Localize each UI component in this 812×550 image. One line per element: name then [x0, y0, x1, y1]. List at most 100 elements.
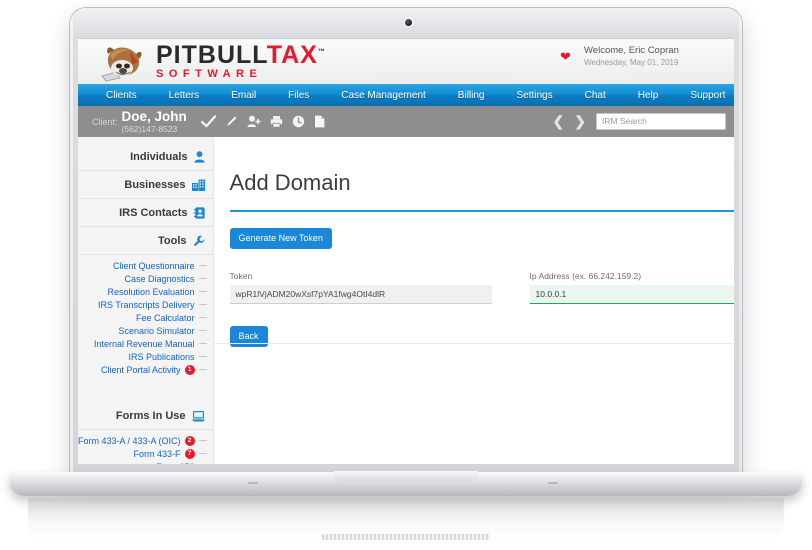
sidebar-item-label: Individuals — [130, 150, 188, 163]
list-item[interactable]: Client Portal Activity 1 — [78, 363, 213, 376]
client-phone: (562)147-8523 — [121, 123, 178, 134]
nav-item-support[interactable]: Support — [690, 90, 725, 101]
form-actions: Back — [229, 326, 734, 348]
forms-in-use-section: Forms In Use Form 433-A / 433-A (OIC) 2 … — [78, 402, 213, 464]
person-icon — [193, 150, 205, 163]
tool-link-case-diagnostics[interactable]: Case Diagnostics — [125, 274, 195, 284]
main-content: Add Domain Generate New Token Token wpR1… — [212, 137, 734, 464]
token-field-group: Token wpR1lVjADM20wXsf7pYA1fwg4OtI4dlR — [229, 271, 492, 305]
brand-wordmark: PITBULLTAX™ SOFTWARE — [156, 43, 326, 80]
logo-tax: TAX — [266, 41, 318, 69]
form-link-433f[interactable]: Form 433-F — [134, 449, 181, 459]
pitbull-mascot-icon — [96, 42, 152, 82]
status-badge: 7 — [184, 448, 195, 459]
list-item[interactable]: Case Diagnostics — [78, 272, 213, 285]
tool-link-resolution-evaluation[interactable]: Resolution Evaluation — [107, 287, 194, 297]
list-item[interactable]: Internal Revenue Manual — [78, 337, 213, 350]
nav-item-settings[interactable]: Settings — [516, 90, 552, 101]
list-item[interactable]: IRS Publications — [78, 350, 213, 363]
nav-item-case-management[interactable]: Case Management — [341, 90, 426, 101]
back-button[interactable]: Back — [229, 326, 268, 348]
heart-icon[interactable]: ❤ — [560, 49, 571, 65]
main-navigation: Clients Letters Email Files Case Managem… — [78, 84, 734, 106]
token-input[interactable]: wpR1lVjADM20wXsf7pYA1fwg4OtI4dlR — [229, 285, 492, 305]
form-link-433a-oic[interactable]: Form 433-A / 433-A (OIC) — [78, 436, 181, 446]
tools-link-list: Client Questionnaire Case Diagnostics Re… — [78, 255, 213, 376]
list-item[interactable]: Resolution Evaluation — [78, 285, 213, 298]
client-identity[interactable]: Doe, John (562)147-8523 — [122, 110, 187, 133]
add-domain-form: Generate New Token Token wpR1lVjADM20wXs… — [214, 212, 734, 348]
tool-link-irs-transcripts-delivery[interactable]: IRS Transcripts Delivery — [98, 300, 195, 310]
sidebar-item-tools[interactable]: Tools — [78, 227, 213, 255]
welcome-message: Welcome, Eric Copran — [584, 45, 679, 56]
chevron-right-icon[interactable]: ❯ — [574, 113, 586, 130]
row-tick — [198, 317, 207, 318]
print-icon[interactable] — [270, 115, 283, 128]
list-item[interactable]: Fee Calculator — [78, 311, 213, 324]
status-badge: 1 — [184, 364, 195, 375]
page-title: Add Domain — [229, 169, 351, 195]
nav-item-chat[interactable]: Chat — [585, 90, 606, 101]
laptop-base-notch — [334, 471, 478, 482]
nav-item-email[interactable]: Email — [231, 90, 256, 101]
document-icon[interactable] — [314, 115, 325, 128]
tool-link-client-questionnaire[interactable]: Client Questionnaire — [113, 261, 195, 271]
row-tick — [198, 304, 207, 305]
tool-link-irs-publications[interactable]: IRS Publications — [129, 352, 195, 362]
sidebar-item-label: Businesses — [124, 178, 186, 191]
client-name: Doe, John — [121, 109, 187, 124]
form-link-656[interactable]: Form 656 — [156, 462, 195, 465]
row-tick — [198, 343, 207, 344]
logo-trademark: ™ — [317, 48, 326, 56]
client-bar-right: ❮ ❯ IRM Search — [553, 113, 726, 130]
nav-item-letters[interactable]: Letters — [169, 90, 200, 101]
building-icon — [191, 179, 205, 191]
irm-search-input[interactable]: IRM Search — [596, 113, 726, 130]
ip-address-input[interactable]: 10.0.0.1 — [529, 285, 734, 305]
form-fields: Token wpR1lVjADM20wXsf7pYA1fwg4OtI4dlR I… — [229, 271, 734, 305]
row-tick — [198, 330, 207, 331]
row-tick — [198, 291, 207, 292]
row-tick — [198, 265, 207, 266]
tool-link-scenario-simulator[interactable]: Scenario Simulator — [119, 326, 195, 336]
webcam-icon — [405, 19, 412, 26]
tool-link-fee-calculator[interactable]: Fee Calculator — [136, 313, 195, 323]
wrench-icon — [193, 235, 205, 247]
row-tick — [198, 356, 207, 357]
list-item[interactable]: Client Questionnaire — [78, 259, 213, 272]
list-item[interactable]: Form 433-F 7 — [78, 447, 213, 460]
sidebar-item-businesses[interactable]: Businesses — [78, 171, 213, 199]
ip-address-label: Ip Address (ex. 66.242.159.2) — [529, 271, 642, 282]
add-user-icon[interactable] — [247, 115, 261, 128]
token-label: Token — [229, 271, 253, 282]
generate-new-token-button[interactable]: Generate New Token — [229, 228, 332, 250]
sidebar-item-label: IRS Contacts — [119, 206, 188, 219]
contact-card-icon — [193, 206, 205, 219]
list-item[interactable]: Scenario Simulator — [78, 324, 213, 337]
sidebar-item-irs-contacts[interactable]: IRS Contacts — [78, 199, 213, 227]
chevron-left-icon[interactable]: ❮ — [553, 113, 565, 130]
check-icon[interactable] — [200, 115, 216, 128]
client-bar: Client: Doe, John (562)147-8523 ❮ ❯ IRM … — [78, 106, 734, 137]
sidebar: Individuals Businesses IRS Contacts Tool… — [78, 137, 213, 464]
page-body: Individuals Businesses IRS Contacts Tool… — [78, 137, 734, 464]
clock-icon[interactable] — [292, 115, 305, 128]
list-item[interactable]: Form 656 — [78, 460, 213, 465]
tool-link-internal-revenue-manual[interactable]: Internal Revenue Manual — [94, 339, 195, 349]
brand-logo[interactable]: PITBULLTAX™ SOFTWARE — [96, 39, 326, 84]
row-tick — [198, 369, 207, 370]
sidebar-item-forms-in-use[interactable]: Forms In Use — [78, 402, 213, 430]
welcome-block: ❤ Welcome, Eric Copran Wednesday, May 01… — [560, 45, 734, 67]
tool-link-client-portal-activity[interactable]: Client Portal Activity — [101, 365, 181, 375]
list-item[interactable]: IRS Transcripts Delivery — [78, 298, 213, 311]
nav-item-clients[interactable]: Clients — [106, 90, 137, 101]
nav-item-billing[interactable]: Billing — [458, 90, 485, 101]
logo-pitbull: PITBULL — [156, 41, 267, 69]
pencil-icon[interactable] — [225, 115, 238, 128]
nav-item-help[interactable]: Help — [638, 90, 659, 101]
row-tick — [198, 453, 207, 454]
sidebar-item-label: Forms In Use — [115, 409, 186, 422]
sidebar-item-individuals[interactable]: Individuals — [78, 143, 213, 171]
nav-item-files[interactable]: Files — [288, 90, 309, 101]
list-item[interactable]: Form 433-A / 433-A (OIC) 2 — [78, 434, 213, 447]
